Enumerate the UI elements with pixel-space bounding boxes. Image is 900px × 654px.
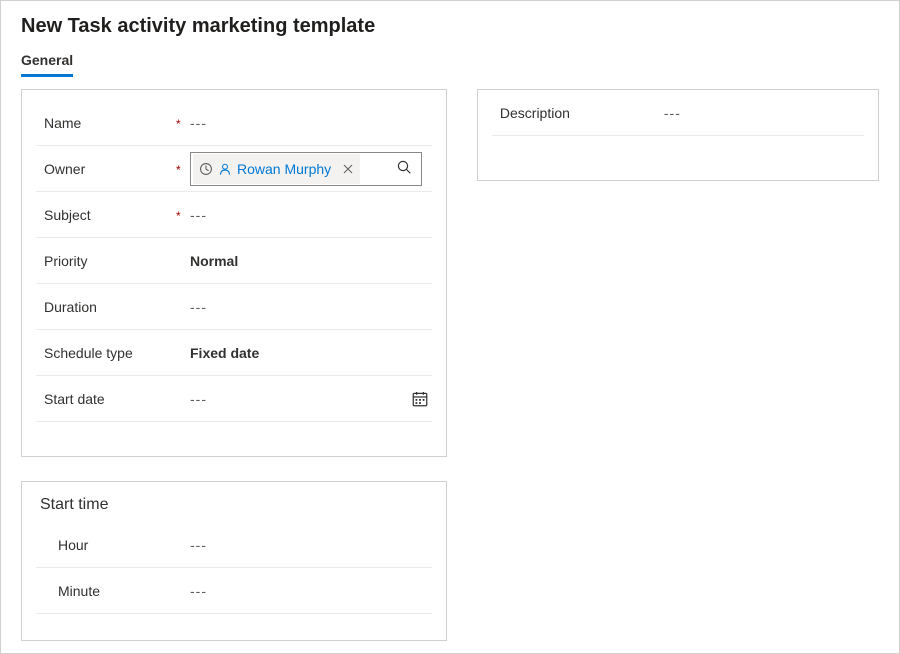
field-minute-row: Minute --- <box>36 568 432 614</box>
field-name-label: Name <box>44 115 176 131</box>
required-spacer <box>176 398 190 400</box>
required-indicator: * <box>176 116 190 130</box>
required-spacer <box>176 590 190 592</box>
field-duration-value[interactable]: --- <box>190 299 430 315</box>
general-card: Name * --- Owner * <box>21 89 447 457</box>
field-duration-label: Duration <box>44 299 176 315</box>
field-scheduletype-label: Schedule type <box>44 345 176 361</box>
form-page: New Task activity marketing template Gen… <box>0 0 900 654</box>
field-name-row: Name * --- <box>36 100 432 146</box>
starttime-title: Start time <box>40 496 432 514</box>
field-startdate-row: Start date --- <box>36 376 432 422</box>
field-hour-text: --- <box>190 537 430 553</box>
field-owner-value: Rowan Murphy <box>190 152 430 186</box>
form-left-column: Name * --- Owner * <box>21 89 447 641</box>
owner-search-button[interactable] <box>387 153 421 185</box>
field-scheduletype-value[interactable]: Fixed date <box>190 345 430 361</box>
form-columns: Name * --- Owner * <box>21 89 879 641</box>
description-card: Description --- <box>477 89 879 181</box>
field-description-value[interactable]: --- <box>664 105 864 121</box>
field-subject-label: Subject <box>44 207 176 223</box>
field-scheduletype-text: Fixed date <box>190 345 430 361</box>
field-hour-value[interactable]: --- <box>190 537 430 553</box>
field-subject-value[interactable]: --- <box>190 207 430 223</box>
recent-icon <box>199 162 213 176</box>
field-hour-row: Hour --- <box>36 522 432 568</box>
required-spacer <box>176 306 190 308</box>
field-priority-value[interactable]: Normal <box>190 253 430 269</box>
owner-chip[interactable]: Rowan Murphy <box>193 154 360 184</box>
description-spacer <box>492 136 864 170</box>
field-duration-text: --- <box>190 299 430 315</box>
field-priority-text: Normal <box>190 253 430 269</box>
owner-lookup[interactable]: Rowan Murphy <box>190 152 422 186</box>
page-title: New Task activity marketing template <box>21 15 879 38</box>
field-priority-label: Priority <box>44 253 176 269</box>
field-minute-value[interactable]: --- <box>190 583 430 599</box>
field-owner-label: Owner <box>44 161 176 177</box>
field-name-value[interactable]: --- <box>190 115 430 131</box>
field-description-label: Description <box>492 105 664 121</box>
required-spacer <box>176 352 190 354</box>
tab-bar: General <box>21 48 879 77</box>
owner-chip-text: Rowan Murphy <box>237 161 331 177</box>
field-subject-text: --- <box>190 207 430 223</box>
field-duration-row: Duration --- <box>36 284 432 330</box>
field-startdate-label: Start date <box>44 391 176 407</box>
required-indicator: * <box>176 162 190 176</box>
search-icon <box>396 159 412 178</box>
field-scheduletype-row: Schedule type Fixed date <box>36 330 432 376</box>
field-description-row: Description --- <box>492 90 864 136</box>
person-icon <box>218 162 232 176</box>
calendar-icon[interactable] <box>410 389 430 409</box>
starttime-card: Start time Hour --- Minute --- <box>21 481 447 641</box>
starttime-spacer <box>36 614 432 626</box>
required-spacer <box>176 260 190 262</box>
field-startdate-text: --- <box>190 391 410 407</box>
field-name-text: --- <box>190 115 430 131</box>
general-spacer <box>36 422 432 442</box>
field-priority-row: Priority Normal <box>36 238 432 284</box>
tab-general[interactable]: General <box>21 48 73 77</box>
owner-chip-remove-icon[interactable] <box>342 163 354 175</box>
required-spacer <box>176 544 190 546</box>
required-indicator: * <box>176 208 190 222</box>
field-owner-row: Owner * <box>36 146 432 192</box>
field-minute-label: Minute <box>58 583 176 599</box>
field-subject-row: Subject * --- <box>36 192 432 238</box>
form-right-column: Description --- <box>477 89 879 181</box>
field-hour-label: Hour <box>58 537 176 553</box>
field-minute-text: --- <box>190 583 430 599</box>
field-startdate-value[interactable]: --- <box>190 389 430 409</box>
